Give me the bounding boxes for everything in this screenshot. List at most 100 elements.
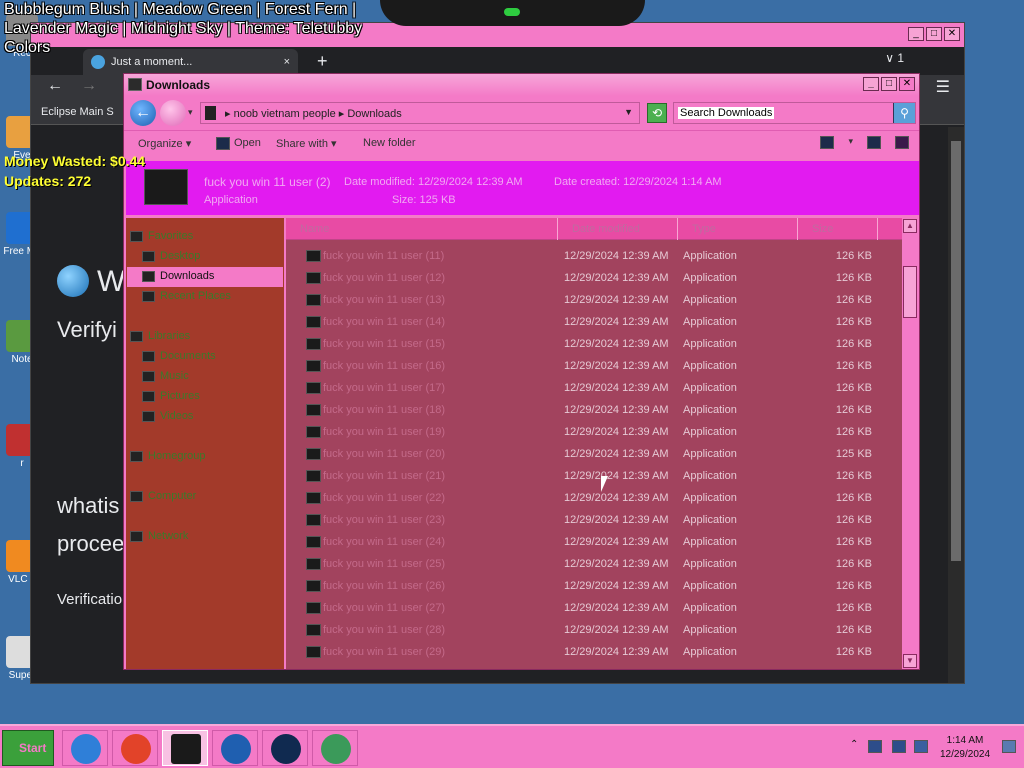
- table-row[interactable]: fuck you win 11 user (25) 12/29/2024 12:3…: [286, 554, 902, 576]
- file-list-scrollbar[interactable]: ▲ ▼: [902, 218, 918, 669]
- homegroup-icon: [130, 451, 143, 462]
- table-row[interactable]: fuck you win 11 user (26) 12/29/2024 12:3…: [286, 576, 902, 598]
- new-folder-button[interactable]: New folder: [363, 137, 416, 149]
- table-row[interactable]: fuck you win 11 user (19) 12/29/2024 12:3…: [286, 422, 902, 444]
- window-title: Downloads: [146, 78, 211, 92]
- clock-date: 12/29/2024: [939, 749, 991, 760]
- share-with-button[interactable]: Share with ▾: [276, 137, 337, 150]
- maximize-button[interactable]: □: [926, 27, 942, 41]
- table-row[interactable]: fuck you win 11 user (24) 12/29/2024 12:3…: [286, 532, 902, 554]
- nav-item-documents[interactable]: Documents: [142, 350, 216, 362]
- bookmark-item[interactable]: Eclipse Main S: [41, 106, 114, 118]
- breadcrumb-item[interactable]: noob vietnam people: [234, 108, 336, 120]
- nav-item-desktop[interactable]: Desktop: [142, 250, 200, 262]
- scroll-thumb[interactable]: [903, 266, 917, 318]
- file-type: Application: [683, 316, 737, 328]
- search-input[interactable]: Search Downloads ⚲: [673, 102, 916, 124]
- table-row[interactable]: fuck you win 11 user (29) 12/29/2024 12:3…: [286, 642, 902, 664]
- nav-item-recent-places[interactable]: Recent Places: [142, 290, 231, 302]
- back-arrow-icon[interactable]: ←: [130, 100, 156, 126]
- nav-item-pictures[interactable]: Pictures: [142, 390, 200, 402]
- close-button[interactable]: ✕: [944, 27, 960, 41]
- file-type: Application: [683, 492, 737, 504]
- taskbar-app-button[interactable]: [212, 730, 258, 766]
- maximize-button[interactable]: □: [881, 77, 897, 91]
- view-options-icon[interactable]: [820, 136, 835, 149]
- taskbar-app-button[interactable]: [112, 730, 158, 766]
- nav-item-network[interactable]: Network: [130, 530, 188, 542]
- table-row[interactable]: fuck you win 11 user (14) 12/29/2024 12:3…: [286, 312, 902, 334]
- pictures-icon: [142, 391, 155, 402]
- file-size: 126 KB: [835, 514, 872, 526]
- taskbar-app-button[interactable]: [62, 730, 108, 766]
- table-row[interactable]: fuck you win 11 user (16) 12/29/2024 12:3…: [286, 356, 902, 378]
- nav-item-music[interactable]: Music: [142, 370, 189, 382]
- breadcrumb-item[interactable]: Downloads: [347, 108, 401, 120]
- table-row[interactable]: fuck you win 11 user (11) 12/29/2024 12:3…: [286, 246, 902, 268]
- back-arrow-icon[interactable]: ←: [47, 77, 63, 95]
- close-button[interactable]: ✕: [899, 77, 915, 91]
- recent-pages-dropdown-icon[interactable]: ▾: [188, 107, 193, 118]
- nav-item-homegroup[interactable]: Homegroup: [130, 450, 206, 462]
- verification-status: Verificatio: [57, 591, 123, 608]
- chevron-down-icon[interactable]: ▼: [624, 107, 633, 117]
- search-icon[interactable]: ⚲: [893, 103, 915, 123]
- volume-icon[interactable]: [914, 740, 928, 753]
- taskbar-app-button[interactable]: [312, 730, 358, 766]
- network-tray-icon[interactable]: [868, 740, 882, 753]
- show-desktop-icon[interactable]: [1002, 740, 1016, 753]
- nav-item-label: Homegroup: [148, 450, 206, 462]
- scroll-thumb[interactable]: [951, 141, 961, 561]
- scroll-down-icon[interactable]: ▼: [903, 654, 917, 668]
- forward-arrow-icon[interactable]: →: [81, 77, 97, 95]
- show-hidden-icons-icon[interactable]: ⌃: [850, 739, 858, 750]
- open-button[interactable]: Open: [234, 137, 261, 149]
- menu-icon[interactable]: ☰: [936, 77, 950, 97]
- table-row[interactable]: fuck you win 11 user (15) 12/29/2024 12:3…: [286, 334, 902, 356]
- selected-file-type: Application: [204, 194, 258, 206]
- minimize-button[interactable]: _: [908, 27, 924, 41]
- minimize-button[interactable]: _: [863, 77, 879, 91]
- chevron-down-icon[interactable]: ▾: [848, 136, 853, 149]
- preview-pane-icon[interactable]: [867, 136, 881, 149]
- column-header-name[interactable]: Name: [286, 218, 558, 240]
- file-type: Application: [683, 558, 737, 570]
- taskbar-app-button[interactable]: [162, 730, 208, 766]
- clock[interactable]: 1:14 AM 12/29/2024: [934, 734, 996, 762]
- display-tray-icon[interactable]: [892, 740, 906, 753]
- help-icon[interactable]: [895, 136, 909, 149]
- table-row[interactable]: fuck you win 11 user (17) 12/29/2024 12:3…: [286, 378, 902, 400]
- application-icon: [306, 514, 321, 526]
- taskbar-app-button[interactable]: [262, 730, 308, 766]
- organize-button[interactable]: Organize ▾: [138, 137, 191, 150]
- nav-item-computer[interactable]: Computer: [130, 490, 196, 502]
- address-bar[interactable]: ▸ noob vietnam people ▸ Downloads ▼: [200, 102, 640, 124]
- nav-item-favorites[interactable]: Favorites: [130, 230, 193, 242]
- table-row[interactable]: fuck you win 11 user (22) 12/29/2024 12:3…: [286, 488, 902, 510]
- column-header-size[interactable]: Size: [798, 218, 878, 240]
- table-row[interactable]: fuck you win 11 user (21) 12/29/2024 12:3…: [286, 466, 902, 488]
- tab-search-button[interactable]: ∨ 1: [885, 51, 904, 65]
- table-row[interactable]: fuck you win 11 user (28) 12/29/2024 12:3…: [286, 620, 902, 642]
- table-row[interactable]: fuck you win 11 user (13) 12/29/2024 12:3…: [286, 290, 902, 312]
- application-icon: [306, 294, 321, 306]
- column-header-date[interactable]: Date modified: [558, 218, 678, 240]
- table-row[interactable]: fuck you win 11 user (27) 12/29/2024 12:3…: [286, 598, 902, 620]
- scroll-up-icon[interactable]: ▲: [903, 219, 917, 233]
- start-button[interactable]: Start: [2, 730, 54, 766]
- nav-item-downloads[interactable]: Downloads: [142, 270, 214, 282]
- page-scrollbar[interactable]: [948, 127, 964, 683]
- table-row[interactable]: fuck you win 11 user (12) 12/29/2024 12:3…: [286, 268, 902, 290]
- column-header-type[interactable]: Type: [678, 218, 798, 240]
- nav-item-libraries[interactable]: Libraries: [130, 330, 190, 342]
- file-type: Application: [683, 470, 737, 482]
- application-icon: [306, 492, 321, 504]
- table-row[interactable]: fuck you win 11 user (23) 12/29/2024 12:3…: [286, 510, 902, 532]
- table-row[interactable]: fuck you win 11 user (18) 12/29/2024 12:3…: [286, 400, 902, 422]
- file-size: 126 KB: [835, 316, 872, 328]
- forward-arrow-icon[interactable]: [160, 100, 186, 126]
- file-size: 126 KB: [835, 360, 872, 372]
- refresh-icon[interactable]: ⟲: [647, 103, 667, 123]
- table-row[interactable]: fuck you win 11 user (20) 12/29/2024 12:3…: [286, 444, 902, 466]
- nav-item-videos[interactable]: Videos: [142, 410, 193, 422]
